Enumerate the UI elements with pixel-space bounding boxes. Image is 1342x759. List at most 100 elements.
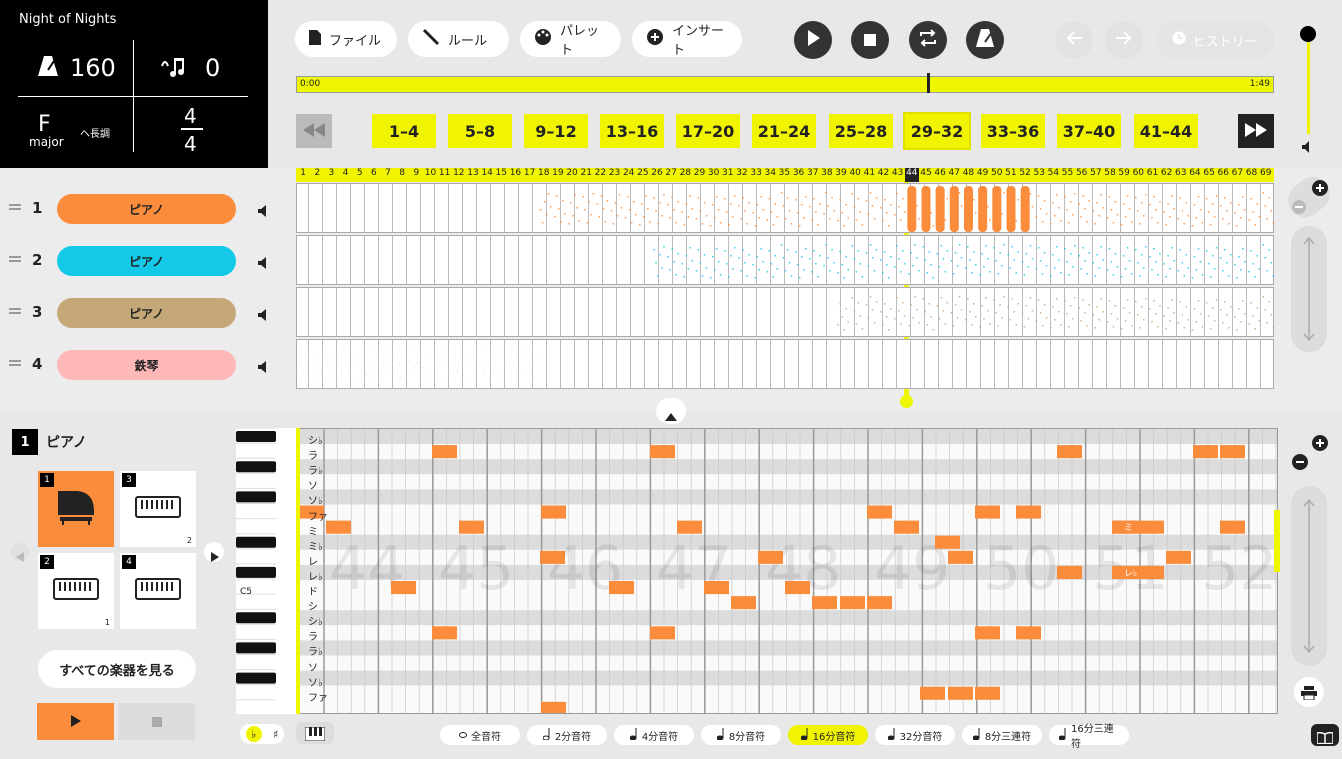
measure-number[interactable]: 1 <box>296 168 310 182</box>
note-block[interactable] <box>920 686 945 700</box>
note-block[interactable] <box>1016 626 1041 640</box>
measure-number[interactable]: 52 <box>1018 168 1032 182</box>
black-key[interactable] <box>236 431 276 442</box>
measure-number[interactable]: 15 <box>494 168 508 182</box>
measure-range-37–40[interactable]: 37–40 <box>1057 114 1121 148</box>
black-key[interactable] <box>236 672 276 684</box>
note-block[interactable] <box>1220 445 1245 459</box>
note-block[interactable] <box>758 550 783 564</box>
measure-number[interactable]: 41 <box>862 168 876 182</box>
measure-number[interactable]: 19 <box>551 168 565 182</box>
black-key[interactable] <box>236 461 276 473</box>
note-block[interactable] <box>650 445 675 459</box>
measure-number[interactable]: 58 <box>1103 168 1117 182</box>
instrument-card-2[interactable]: 21 <box>38 553 114 629</box>
measure-number[interactable]: 50 <box>990 168 1004 182</box>
track-vertical-scroll[interactable] <box>1291 226 1327 352</box>
track-instrument-button[interactable]: ピアノ <box>57 298 236 328</box>
measure-range-5–8[interactable]: 5–8 <box>448 114 512 148</box>
measure-number[interactable]: 18 <box>537 168 551 182</box>
measure-number[interactable]: 59 <box>1117 168 1131 182</box>
count-in-value[interactable]: 0 <box>205 54 220 82</box>
duration-half-button[interactable]: 2分音符 <box>527 725 607 745</box>
note-block[interactable] <box>609 581 634 595</box>
measure-number[interactable]: 23 <box>607 168 621 182</box>
measure-range-41–44[interactable]: 41–44 <box>1134 114 1198 148</box>
measure-number[interactable]: 12 <box>452 168 466 182</box>
measure-number[interactable]: 54 <box>1046 168 1060 182</box>
piano-keyboard[interactable] <box>236 427 296 714</box>
stop-button[interactable] <box>851 21 889 59</box>
history-button[interactable]: ヒストリー <box>1156 21 1274 59</box>
measure-number[interactable]: 17 <box>523 168 537 182</box>
measure-number-ruler[interactable]: 1 2 3 4 5 6 7 8 9 10 11 12 13 14 15 16 17 18 19 20 21 22 23 24 2… <box>296 168 1274 182</box>
measure-number[interactable]: 27 <box>664 168 678 182</box>
duration-quarter-button[interactable]: 4分音符 <box>614 725 694 745</box>
measure-number[interactable]: 11 <box>438 168 452 182</box>
note-block[interactable] <box>1112 520 1164 534</box>
tempo-value[interactable]: 160 <box>70 54 116 82</box>
measure-number[interactable]: 47 <box>947 168 961 182</box>
drag-handle-icon[interactable] <box>9 360 21 366</box>
track-instrument-button[interactable]: ピアノ <box>57 194 236 224</box>
black-key[interactable] <box>236 491 276 503</box>
measure-number[interactable]: 33 <box>749 168 763 182</box>
measure-number[interactable]: 9 <box>409 168 423 182</box>
measure-number[interactable]: 43 <box>891 168 905 182</box>
measure-range-1–4[interactable]: 1–4 <box>372 114 436 148</box>
measure-number[interactable]: 67 <box>1230 168 1244 182</box>
duration-whole-button[interactable]: 全音符 <box>440 725 520 745</box>
roll-playhead[interactable] <box>296 428 300 714</box>
measure-number[interactable]: 55 <box>1060 168 1074 182</box>
note-block[interactable] <box>975 505 1000 519</box>
black-key[interactable] <box>236 612 276 624</box>
measure-number[interactable]: 65 <box>1202 168 1216 182</box>
note-block[interactable] <box>894 520 919 534</box>
drag-handle-icon[interactable] <box>9 308 21 314</box>
measure-number[interactable]: 49 <box>976 168 990 182</box>
note-block[interactable] <box>1193 445 1218 459</box>
speaker-icon[interactable] <box>258 254 270 273</box>
measure-number[interactable]: 40 <box>848 168 862 182</box>
rule-button[interactable]: ルール <box>408 21 509 57</box>
measure-number[interactable]: 26 <box>650 168 664 182</box>
song-timeline[interactable]: 0:00 1:49 <box>296 76 1274 93</box>
measure-number[interactable]: 4 <box>338 168 352 182</box>
note-block[interactable] <box>704 581 729 595</box>
note-block[interactable] <box>1220 520 1245 534</box>
note-block[interactable] <box>935 535 960 549</box>
measure-number[interactable]: 22 <box>593 168 607 182</box>
note-block[interactable] <box>1057 565 1082 579</box>
measure-number[interactable]: 68 <box>1244 168 1258 182</box>
measure-number[interactable]: 57 <box>1089 168 1103 182</box>
measure-number[interactable]: 28 <box>678 168 692 182</box>
track-measure-grid[interactable] <box>296 183 1275 233</box>
measure-number[interactable]: 14 <box>480 168 494 182</box>
measure-number[interactable]: 45 <box>919 168 933 182</box>
instrument-next-button[interactable] <box>204 542 224 562</box>
time-signature-top[interactable]: 4 <box>184 104 197 128</box>
play-button[interactable] <box>794 21 832 59</box>
measure-range-29–32[interactable]: 29–32 <box>903 112 971 150</box>
measure-number[interactable]: 8 <box>395 168 409 182</box>
undo-button[interactable] <box>1055 21 1093 59</box>
note-block[interactable] <box>1016 505 1041 519</box>
duration-eighth-button[interactable]: 8分音符 <box>701 725 781 745</box>
measure-number[interactable]: 29 <box>692 168 706 182</box>
volume-slider-track[interactable] <box>1307 34 1310 134</box>
measure-number[interactable]: 63 <box>1174 168 1188 182</box>
measure-number[interactable]: 34 <box>763 168 777 182</box>
key-note[interactable]: F <box>38 112 51 137</box>
measure-number[interactable]: 13 <box>466 168 480 182</box>
measure-number[interactable]: 31 <box>721 168 735 182</box>
zoom-out-icon[interactable] <box>1291 199 1307 219</box>
redo-button[interactable] <box>1105 21 1143 59</box>
speaker-icon[interactable] <box>258 358 270 377</box>
measure-number[interactable]: 44 <box>904 168 919 182</box>
note-block[interactable] <box>812 596 837 610</box>
measure-number[interactable]: 2 <box>310 168 324 182</box>
insert-button[interactable]: インサート <box>632 21 742 58</box>
note-block[interactable] <box>432 445 457 459</box>
note-block[interactable] <box>540 550 565 564</box>
speaker-icon[interactable] <box>258 306 270 325</box>
